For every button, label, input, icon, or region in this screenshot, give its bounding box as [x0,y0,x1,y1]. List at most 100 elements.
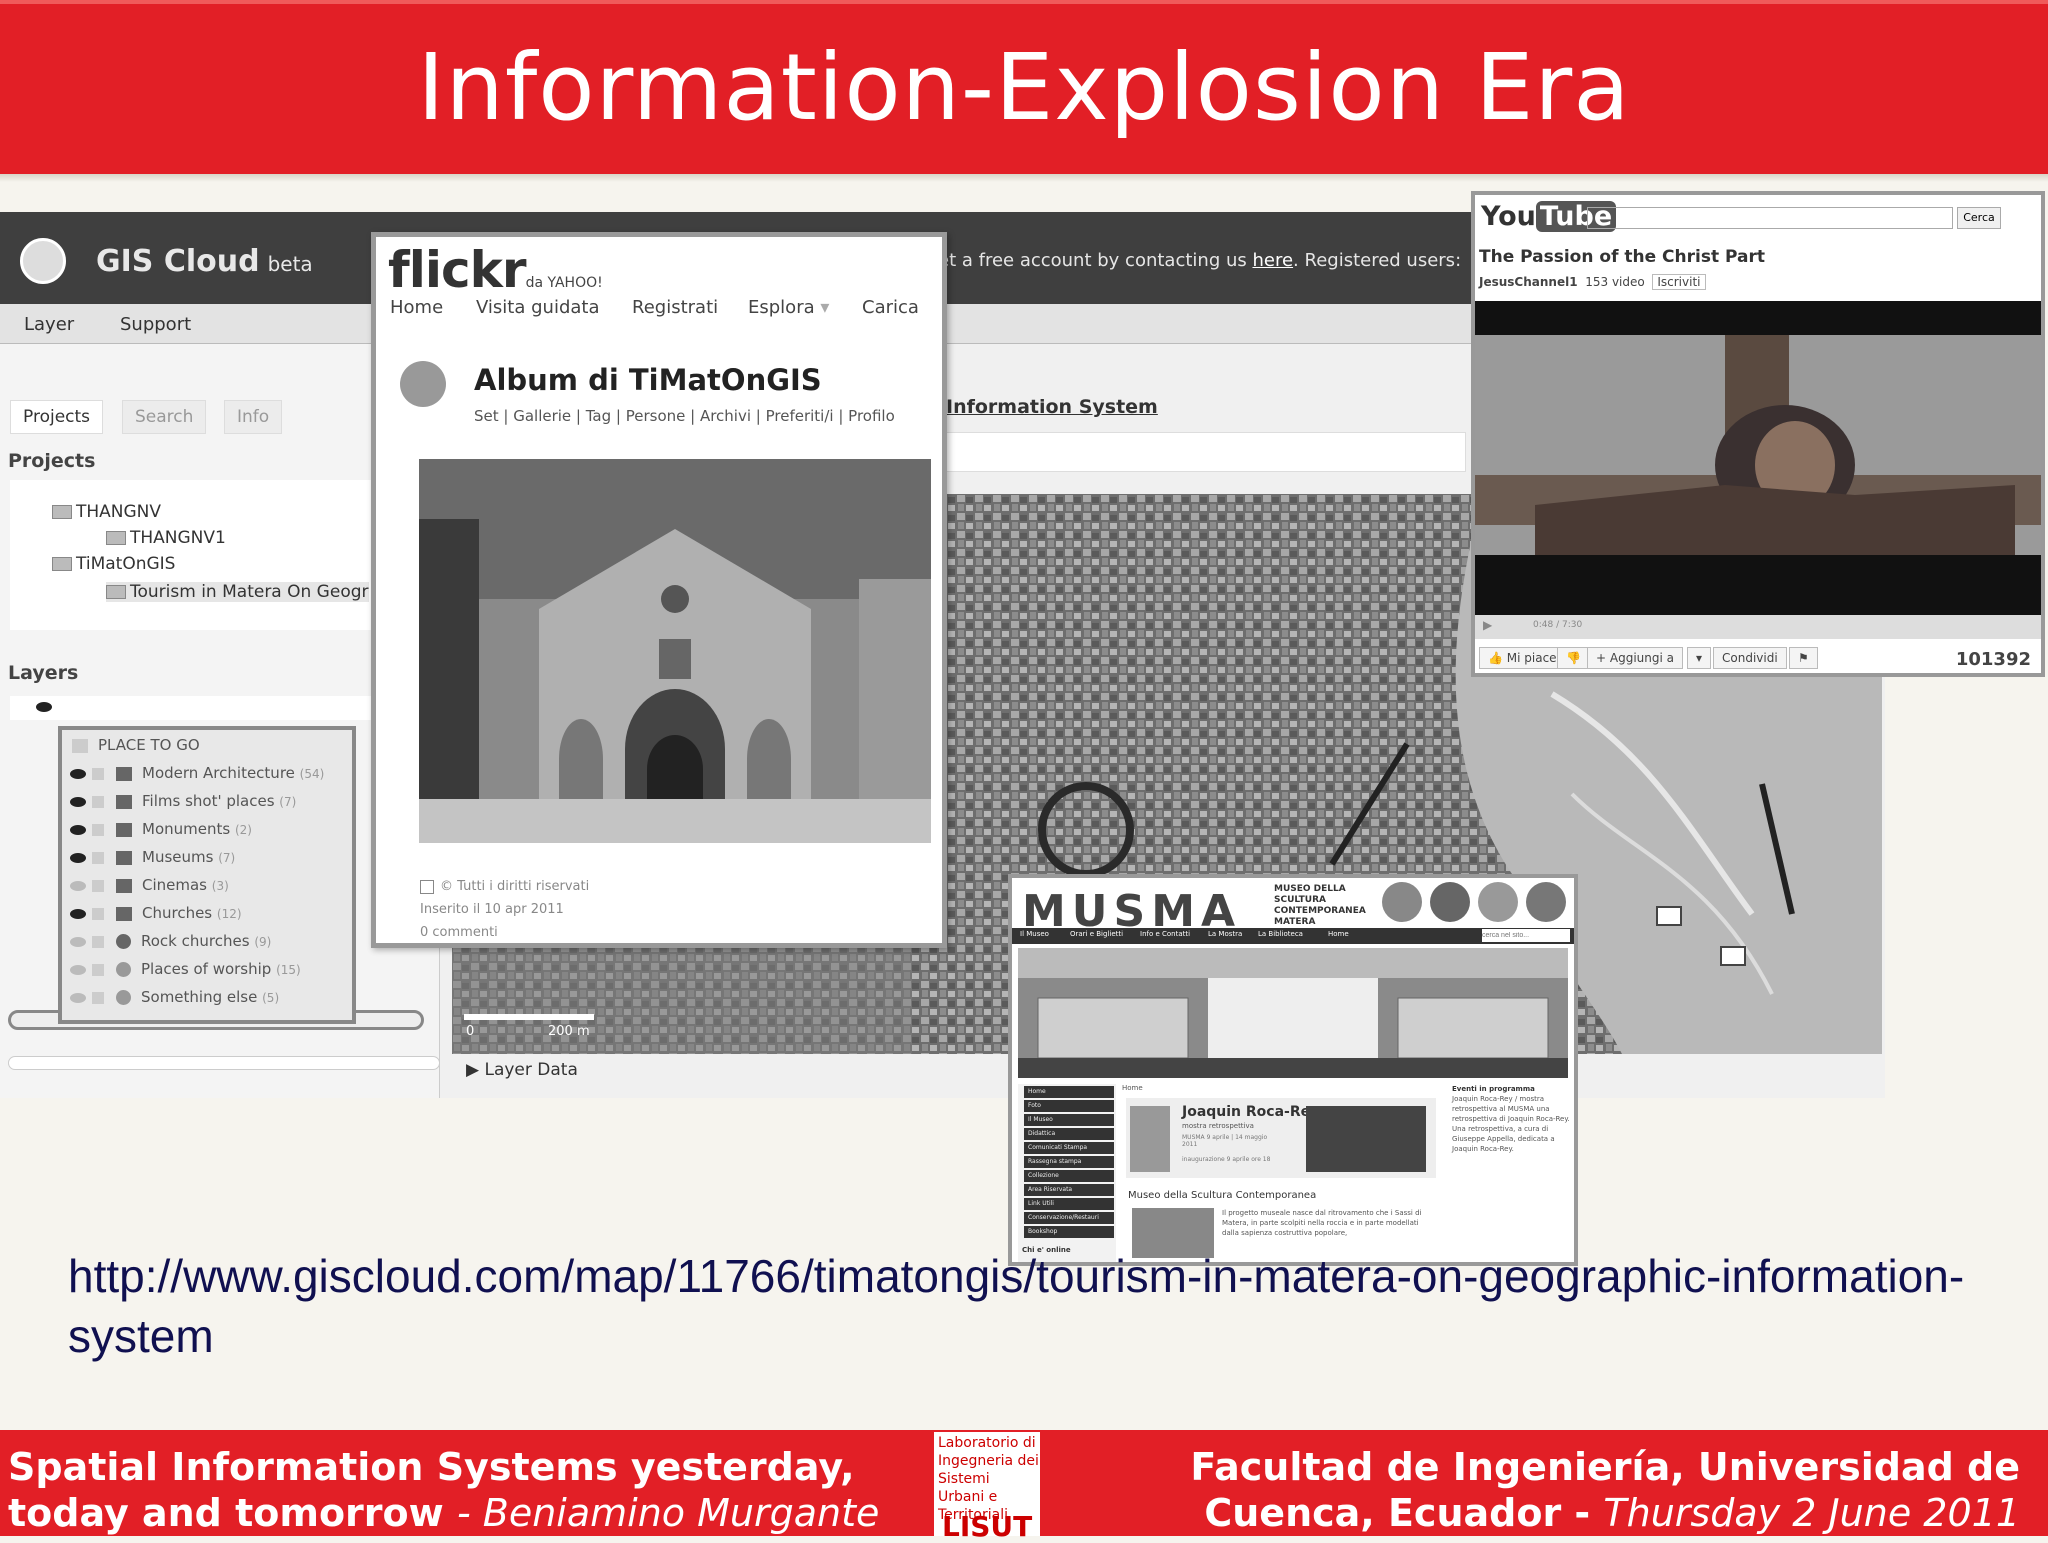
musma-side-item[interactable]: Bookshop [1024,1226,1114,1238]
layer-row[interactable]: Monuments (2) [62,820,352,848]
feature-card[interactable]: Joaquin Roca-Rey mostra retrospettiva MU… [1126,1098,1436,1178]
flickr-nav-signup[interactable]: Registrati [632,297,718,318]
menu-support[interactable]: Support [120,314,191,335]
musma-search-input[interactable] [1482,929,1570,942]
subscribe-button[interactable]: Iscriviti [1652,274,1706,290]
map-marker[interactable] [1656,906,1682,926]
musma-side-item[interactable]: Area Riservata [1024,1184,1114,1196]
album-subnav[interactable]: Set | Gallerie | Tag | Persone | Archivi… [474,407,895,425]
tree-item-thangnv1[interactable]: THANGNV1 [106,528,226,548]
musma-nav-item[interactable]: Home [1328,930,1349,938]
layer-row[interactable]: Something else (5) [62,988,352,1016]
eye-icon[interactable] [70,964,86,975]
eye-icon[interactable] [70,880,86,891]
menu-layer[interactable]: Layer [24,314,74,335]
comment-count[interactable]: 0 commenti [420,921,589,944]
eye-icon[interactable] [36,701,52,712]
flickr-nav-home[interactable]: Home [390,297,443,318]
checkbox-icon[interactable] [420,879,434,894]
search-button[interactable]: Cerca [1957,207,2001,229]
tree-item-timatongis[interactable]: TiMatOnGIS [52,554,175,574]
film-icon [116,794,132,809]
map-title: Information System [946,396,1158,418]
video-player[interactable] [1475,301,2041,615]
layer-row[interactable]: Cinemas (3) [62,876,352,904]
flickr-nav-upload[interactable]: Carica [862,297,919,318]
musma-side-item[interactable]: Il Museo [1024,1114,1114,1126]
musma-side-item[interactable]: Link Utili [1024,1198,1114,1210]
dislike-button[interactable]: 👎 [1557,647,1590,669]
thumbnail[interactable] [1526,882,1566,922]
video-controls[interactable]: ▶ 0:48 / 7:30 [1475,615,2041,639]
musma-side-item[interactable]: Foto [1024,1100,1114,1112]
musma-sidebar: Home Foto Il Museo Didattica Comunicati … [1018,1084,1116,1262]
thumbs-up-icon: 👍 [1488,651,1503,665]
musma-nav-item[interactable]: Il Museo [1020,930,1049,938]
view-count: 101392 [1955,649,2031,670]
layer-group[interactable]: PLACE TO GO [62,736,352,764]
eye-icon[interactable] [70,908,86,919]
layer-row[interactable]: Places of worship (15) [62,960,352,988]
search-input[interactable] [1587,207,1953,229]
musma-nav-item[interactable]: Info e Contatti [1140,930,1190,938]
video-still [1475,335,2041,555]
tab-info[interactable]: Info [224,400,283,434]
feature-dates: MUSMA 9 aprile | 14 maggio 2011 [1182,1134,1268,1148]
flickr-nav-explore[interactable]: Esplora ▾ [748,297,829,318]
musma-nav-item[interactable]: La Biblioteca [1258,930,1303,938]
church-photo[interactable] [419,459,931,843]
eye-icon[interactable] [70,768,86,779]
flickr-nav-tour[interactable]: Visita guidata [476,297,600,318]
musma-side-item[interactable]: Rassegna stampa [1024,1156,1114,1168]
musma-subtitle: MUSEO DELLA SCULTURA CONTEMPORANEA MATER… [1274,884,1366,927]
source-url[interactable]: http://www.giscloud.com/map/11766/timato… [68,1246,1988,1366]
flag-button[interactable]: ⚑ [1789,647,1818,669]
musma-nav-item[interactable]: La Mostra [1208,930,1242,938]
layer-data-toggle[interactable]: ▶ Layer Data [452,1060,1012,1096]
layer-row[interactable]: Films shot' places (7) [62,792,352,820]
eye-icon[interactable] [70,824,86,835]
section-body: Il progetto museale nasce dal ritrovamen… [1222,1209,1422,1237]
layer-row[interactable]: Modern Architecture (54) [62,764,352,792]
thumbnail[interactable] [1382,882,1422,922]
eye-icon[interactable] [70,852,86,863]
layer-list-panel: PLACE TO GO Modern Architecture (54) Fil… [58,726,356,1024]
eye-icon[interactable] [70,936,86,947]
add-dropdown[interactable]: ▾ [1687,647,1712,669]
tree-item-thangnv[interactable]: THANGNV [52,502,161,522]
layer-row[interactable]: Churches (12) [62,904,352,932]
opacity-slider[interactable] [8,1056,440,1070]
like-button[interactable]: 👍 Mi piace [1479,647,1566,669]
here-link[interactable]: here [1252,250,1293,271]
musma-side-item[interactable]: Home [1024,1086,1114,1098]
layer-row[interactable]: Museums (7) [62,848,352,876]
folder-icon [72,738,88,753]
layers-heading: Layers [8,662,79,684]
thumbnail[interactable] [1478,882,1518,922]
tree-item-tourism[interactable]: Tourism in Matera On Geogr [106,582,369,602]
lock-icon [92,795,104,808]
eye-icon[interactable] [70,796,86,807]
gallery-photo [1018,948,1568,1078]
layer-row[interactable]: Rock churches (9) [62,932,352,960]
musma-side-item[interactable]: Didattica [1024,1128,1114,1140]
eye-icon[interactable] [70,992,86,1003]
musma-side-item[interactable]: Collezione [1024,1170,1114,1182]
folder-icon [52,505,72,519]
musma-side-item[interactable]: Conservazione/Restauri [1024,1212,1114,1224]
share-button[interactable]: Condividi [1713,647,1787,669]
events-heading: Eventi in programma [1452,1085,1535,1093]
tab-search[interactable]: Search [122,400,207,434]
triangle-right-icon: ▶ [466,1060,480,1080]
add-to-button[interactable]: + Aggiungi a [1587,647,1683,669]
musma-side-item[interactable]: Comunicati Stampa [1024,1142,1114,1154]
chevron-down-icon: ▾ [820,297,830,318]
highlight-circle [1038,782,1134,878]
thumbnail[interactable] [1430,882,1470,922]
map-marker[interactable] [1720,946,1746,966]
play-icon[interactable]: ▶ [1483,618,1492,632]
tab-projects[interactable]: Projects [10,400,104,434]
feature-subtitle: mostra retrospettiva [1182,1122,1254,1130]
channel-name[interactable]: JesusChannel1 [1479,275,1578,289]
musma-nav-item[interactable]: Orari e Biglietti [1070,930,1123,938]
